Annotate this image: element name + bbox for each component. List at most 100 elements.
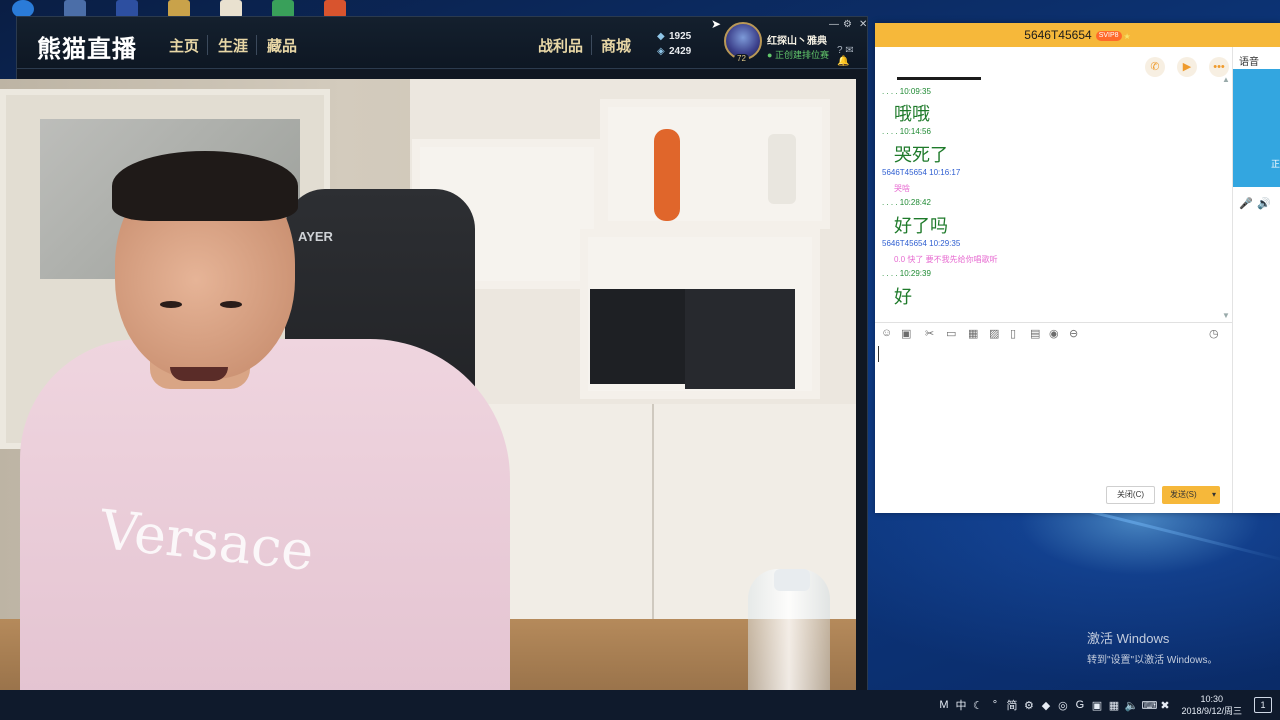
send-button[interactable]: 发送(S) ▾ [1162,486,1220,504]
more-tools-icon[interactable]: ⊖ [1069,327,1078,340]
voice-panel-title: 语音 [1239,57,1259,68]
video-dark-box [590,289,685,384]
svip-badge: SVIP8 [1095,31,1122,41]
message-text: 哦哦 [894,104,930,125]
windows-activation-watermark: 激活 Windows 转到"设置"以激活 Windows。 [1087,628,1217,666]
video-bottle-cap [774,569,810,591]
chevron-down-icon[interactable]: ▾ [1212,486,1216,504]
user-status: ● 正创建排位赛 [767,50,829,60]
keyboard-icon[interactable]: ⌨ [1141,699,1157,712]
history-icon[interactable]: ◷ [1209,327,1219,340]
moon-icon[interactable]: ☾ [971,699,984,712]
message-text: 0.0 快了 要不我先给你唱歌听 [894,255,998,264]
text-caret [878,346,879,362]
message-input[interactable] [875,344,1232,484]
help-icon[interactable]: ? [837,45,843,56]
settings-icon[interactable]: ⚙ [1022,699,1035,712]
video-person-eye [220,301,242,308]
video-person-hair [112,151,298,221]
microphone-icon[interactable]: 🎤 [1239,197,1253,210]
user-name[interactable]: 红探山丶雅典 [767,32,827,47]
minimize-icon[interactable]: — [829,19,839,30]
message-meta: . . . . 10:28:42 [882,198,931,207]
image-icon[interactable]: ▨ [989,327,999,340]
video-person-mouth [170,367,228,381]
emoji-icon[interactable]: ☺ [881,327,892,339]
gif-icon[interactable]: ▣ [901,327,911,340]
scroll-down-icon[interactable]: ▼ [1222,311,1230,320]
system-tray: M 中 ☾ ° 简 ⚙ ◆ ◎ G ▣ ▦ 🔈 ⌨ ✖ 10:30 2018/9… [937,690,1272,720]
bell-icon[interactable]: 🔔 [837,56,849,67]
nav-loot[interactable]: 战利品 [538,35,583,56]
nav-collection[interactable]: 藏品 [267,35,297,56]
mail-icon[interactable]: ✉ [845,45,853,56]
webcam-video: AYER Versace [0,79,856,720]
video-chair-text: AYER [298,229,333,244]
google-icon[interactable]: G [1073,699,1086,711]
ime-indicator[interactable]: 中 [954,697,967,713]
voice-panel-banner[interactable]: 正 [1233,69,1280,187]
close-button[interactable]: 关闭(C) [1106,486,1155,504]
nav-separator [591,35,592,55]
panda-header: 熊猫直播 主页 生涯 藏品 战利品 商城 ◆ 1925 ◈ 2429 72 红探山丶… [17,17,867,69]
video-orange-toy [654,129,680,221]
close-icon[interactable]: ✕ [859,19,867,30]
message-meta: . . . . 10:14:56 [882,127,931,136]
message-list[interactable]: . . . . 10:09:35 哦哦 . . . . 10:14:56 哭死了… [875,73,1225,321]
gift-icon[interactable]: ▤ [1030,327,1040,340]
crown-icon: ★ [1123,32,1131,41]
punctuation-icon[interactable]: ° [988,699,1001,711]
close-tray-icon[interactable]: ✖ [1158,699,1171,712]
notification-icon[interactable]: 1 [1254,697,1272,713]
chat-contact-name: 5646T45654 [1024,28,1092,42]
nav-store[interactable]: 商城 [601,35,631,56]
video-person-eye [160,301,182,308]
avatar-level: 72 [734,54,749,63]
scissors-icon[interactable]: ✂ [925,327,934,340]
m-icon[interactable]: M [937,699,950,711]
nav-separator [256,35,257,55]
nav-separator [207,35,208,55]
nav-home[interactable]: 主页 [169,35,199,56]
tray-app-icon[interactable]: ◎ [1056,699,1069,712]
message-meta: . . . . 10:29:39 [882,269,931,278]
be-icon: ◈ [657,46,665,57]
scroll-up-icon[interactable]: ▲ [1222,75,1230,84]
clock-date: 2018/9/12/周三 [1181,706,1242,716]
apps-icon[interactable]: ▦ [968,327,978,340]
video-shelf-bottle [768,134,796,204]
network-icon[interactable]: ▦ [1107,699,1120,712]
voice-side-panel: 语音 正 🎤 🔊 [1232,47,1280,513]
nav-career[interactable]: 生涯 [218,35,248,56]
speaker-icon[interactable]: 🔊 [1257,197,1271,210]
rp-icon: ◆ [657,31,665,42]
panda-logo[interactable]: 熊猫直播 [37,29,137,64]
simplified-indicator[interactable]: 简 [1005,697,1018,713]
music-icon[interactable]: ◉ [1049,327,1059,340]
tray-app-icon[interactable]: ◆ [1039,699,1052,712]
taskbar: M 中 ☾ ° 简 ⚙ ◆ ◎ G ▣ ▦ 🔈 ⌨ ✖ 10:30 2018/9… [0,690,1280,720]
clock-time: 10:30 [1200,694,1223,704]
activate-title: 激活 Windows [1087,631,1170,646]
currency-b: 2429 [669,46,692,57]
settings-icon[interactable]: ⚙ [843,19,852,30]
message-top-divider [897,77,981,80]
message-text: 好 [894,287,912,308]
message-text: 好了吗 [894,216,948,237]
shake-icon[interactable]: ▯ [1010,327,1016,340]
voice-banner-text: 正 [1271,159,1280,169]
mouse-cursor-icon: ➤ [711,17,722,31]
message-meta: 5646T45654 10:16:17 [882,168,961,177]
speaker-icon[interactable]: 🔈 [1124,699,1138,712]
taskbar-clock[interactable]: 10:30 2018/9/12/周三 [1181,693,1242,717]
message-meta: . . . . 10:09:35 [882,87,931,96]
panda-side-icons: ? ✉ 🔔 [837,45,867,67]
currency-display: ◆ 1925 ◈ 2429 [657,29,691,59]
message-meta: 5646T45654 10:29:35 [882,239,961,248]
tray-app-icon[interactable]: ▣ [1090,699,1103,712]
message-text: 哭啥 [894,184,910,193]
chat-title-bar[interactable]: 5646T45654 SVIP8 ★ [875,23,1280,47]
send-button-label: 发送(S) [1170,490,1197,499]
user-status-text: 正创建排位赛 [774,50,829,60]
folder-icon[interactable]: ▭ [946,327,956,340]
